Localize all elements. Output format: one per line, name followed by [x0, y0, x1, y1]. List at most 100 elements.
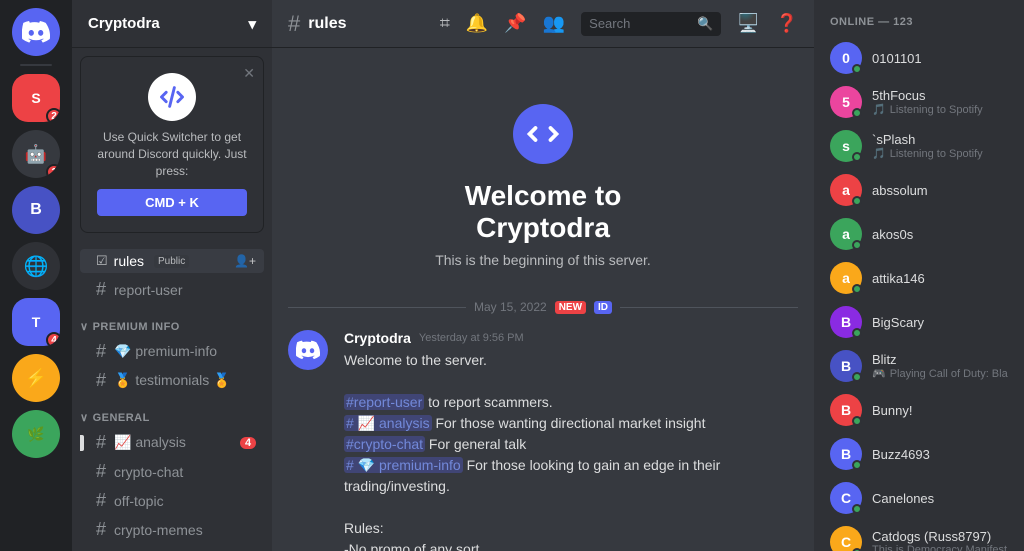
welcome-heading: Welcome toCryptodra — [288, 180, 798, 244]
members-icon[interactable]: 👥 — [543, 13, 565, 34]
quick-switcher-popup: ✕ Use Quick Switcher to get around Disco… — [80, 56, 264, 233]
channel-name-premium-info: 💎 premium-info — [114, 343, 217, 360]
channel-item-premium-info[interactable]: # 💎 premium-info — [80, 337, 264, 366]
member-catdogs[interactable]: C Catdogs (Russ8797) This is Democracy M… — [822, 520, 1016, 551]
member-name-splash: `sPlash — [872, 132, 1008, 147]
channel-sidebar: Cryptodra ▾ ✕ Use Quick Switcher to get … — [72, 0, 272, 551]
member-name-bunny: Bunny! — [872, 403, 1008, 418]
server-icon-3[interactable]: B — [12, 186, 60, 234]
member-bigscary[interactable]: B BigScary — [822, 300, 1016, 344]
member-info-canelones: Canelones — [872, 491, 1008, 506]
member-buzz4693[interactable]: B Buzz4693 — [822, 432, 1016, 476]
online-dot-attika146 — [852, 284, 862, 294]
channel-item-crypto-chat[interactable]: # crypto-chat — [80, 457, 264, 486]
member-bunny[interactable]: B Bunny! — [822, 388, 1016, 432]
member-canelones[interactable]: C Canelones — [822, 476, 1016, 520]
server-icon-6[interactable]: ⚡ — [12, 354, 60, 402]
channel-name-crypto-memes: crypto-memes — [114, 522, 203, 538]
member-status-catdogs: This is Democracy Manifest — [872, 544, 1008, 551]
chat-header-icons: ⌗ 🔔 📌 👥 Search 🔍 🖥️ ❓ — [440, 12, 798, 36]
pin-icon[interactable]: 📌 — [504, 13, 526, 34]
channel-item-rules[interactable]: ☑ rules Public 👤+ — [80, 249, 264, 273]
quick-switcher-desc: Use Quick Switcher to get around Discord… — [97, 129, 247, 179]
member-abssolum[interactable]: a abssolum — [822, 168, 1016, 212]
member-avatar-catdogs: C — [830, 526, 862, 551]
add-user-icon: 👤+ — [234, 254, 256, 268]
category-premium-info[interactable]: ∨ PREMIUM INFO — [72, 304, 272, 337]
channel-item-social-media[interactable]: # social-media — [80, 544, 264, 551]
close-popup-button[interactable]: ✕ — [243, 65, 255, 82]
member-name-bigscary: BigScary — [872, 315, 1008, 330]
member-akos0s[interactable]: a akos0s — [822, 212, 1016, 256]
member-info-bunny: Bunny! — [872, 403, 1008, 418]
channel-item-testimonials[interactable]: # 🏅 testimonials 🏅 — [80, 366, 264, 395]
search-box[interactable]: Search 🔍 — [581, 12, 721, 36]
member-name-akos0s: akos0s — [872, 227, 1008, 242]
server-icon-1[interactable]: S 2 — [12, 74, 60, 122]
channel-name-crypto-chat: crypto-chat — [114, 464, 183, 480]
members-section-header: ONLINE — 123 — [822, 16, 1016, 28]
member-info-akos0s: akos0s — [872, 227, 1008, 242]
member-info-catdogs: Catdogs (Russ8797) This is Democracy Man… — [872, 529, 1008, 551]
server-divider — [20, 64, 52, 66]
mention-premium-info: # 💎 premium-info — [344, 457, 463, 473]
channel-item-report-user[interactable]: # report-user — [80, 275, 264, 304]
member-splash[interactable]: s `sPlash 🎵Listening to Spotify — [822, 124, 1016, 168]
member-attika146[interactable]: a attika146 — [822, 256, 1016, 300]
chat-header: # rules ⌗ 🔔 📌 👥 Search 🔍 🖥️ ❓ — [272, 0, 814, 48]
message-author-cryptodra: Cryptodra — [344, 330, 411, 346]
mention-report-user: #report-user — [344, 394, 424, 410]
server-chevron: ▾ — [248, 15, 256, 33]
server-icon-7[interactable]: 🌿 — [12, 410, 60, 458]
channel-item-crypto-memes[interactable]: # crypto-memes — [80, 515, 264, 544]
chat-messages: Welcome toCryptodra This is the beginnin… — [272, 48, 814, 551]
server-icon-4[interactable]: 🌐 — [12, 242, 60, 290]
quick-switcher-button[interactable]: CMD + K — [97, 189, 247, 216]
member-avatar-bunny: B — [830, 394, 862, 426]
channel-name-analysis: 📈 analysis — [114, 434, 186, 451]
game-icon-blitz: 🎮 — [872, 367, 886, 380]
online-dot-5thfocus — [852, 108, 862, 118]
channel-name-report-user: report-user — [114, 282, 182, 298]
hash-icon-crypto-memes: # — [96, 519, 106, 540]
member-info-splash: `sPlash 🎵Listening to Spotify — [872, 132, 1008, 160]
message-content-cryptodra: Cryptodra Yesterday at 9:56 PM Welcome t… — [344, 330, 798, 551]
mute-icon[interactable]: 🔔 — [466, 13, 488, 34]
server-icon-5[interactable]: T 4 — [12, 298, 60, 346]
spotify-icon-5thfocus: 🎵 — [872, 103, 886, 116]
date-divider: May 15, 2022 NEW ID — [272, 292, 814, 322]
member-5thfocus[interactable]: 5 5thFocus 🎵Listening to Spotify — [822, 80, 1016, 124]
channel-item-analysis[interactable]: # 📈 analysis 4 — [80, 428, 264, 457]
member-status-5thfocus: 🎵Listening to Spotify — [872, 103, 1008, 116]
hash-icon-crypto-chat: # — [96, 461, 106, 482]
category-label-premium: PREMIUM INFO — [93, 321, 180, 333]
server-header[interactable]: Cryptodra ▾ — [72, 0, 272, 48]
chat-channel-name: # rules — [288, 11, 347, 37]
member-status-splash: 🎵Listening to Spotify — [872, 147, 1008, 160]
date-label: May 15, 2022 — [474, 300, 547, 314]
member-info-bigscary: BigScary — [872, 315, 1008, 330]
chat-channel-label: rules — [308, 15, 346, 33]
member-blitz[interactable]: B Blitz 🎮Playing Call of Duty: Black ... — [822, 344, 1016, 388]
hash-icon-report: # — [96, 279, 106, 300]
member-name-blitz: Blitz — [872, 352, 1008, 367]
channel-name-rules: rules — [114, 253, 144, 269]
member-0101101[interactable]: 0 0101101 — [822, 36, 1016, 80]
server-icon-2[interactable]: 🤖 1 — [12, 130, 60, 178]
member-name-buzz4693: Buzz4693 — [872, 447, 1008, 462]
inbox-icon[interactable]: 🖥️ — [737, 13, 759, 34]
channel-item-off-topic[interactable]: # off-topic — [80, 486, 264, 515]
server-list: S 2 🤖 1 B 🌐 T 4 ⚡ 🌿 — [0, 0, 72, 551]
server-badge-2: 1 — [46, 164, 60, 178]
member-avatar-bigscary: B — [830, 306, 862, 338]
search-label: Search — [589, 16, 693, 31]
server-name: Cryptodra — [88, 15, 160, 32]
category-general[interactable]: ∨ GENERAL — [72, 395, 272, 428]
avatar-cryptodra — [288, 330, 328, 370]
online-dot-abssolum — [852, 196, 862, 206]
hashtag-icon[interactable]: ⌗ — [440, 13, 450, 34]
help-icon[interactable]: ❓ — [776, 13, 798, 34]
discord-home-button[interactable] — [12, 8, 60, 56]
server-badge-1: 2 — [46, 108, 60, 122]
message-cryptodra: Cryptodra Yesterday at 9:56 PM Welcome t… — [272, 322, 814, 551]
